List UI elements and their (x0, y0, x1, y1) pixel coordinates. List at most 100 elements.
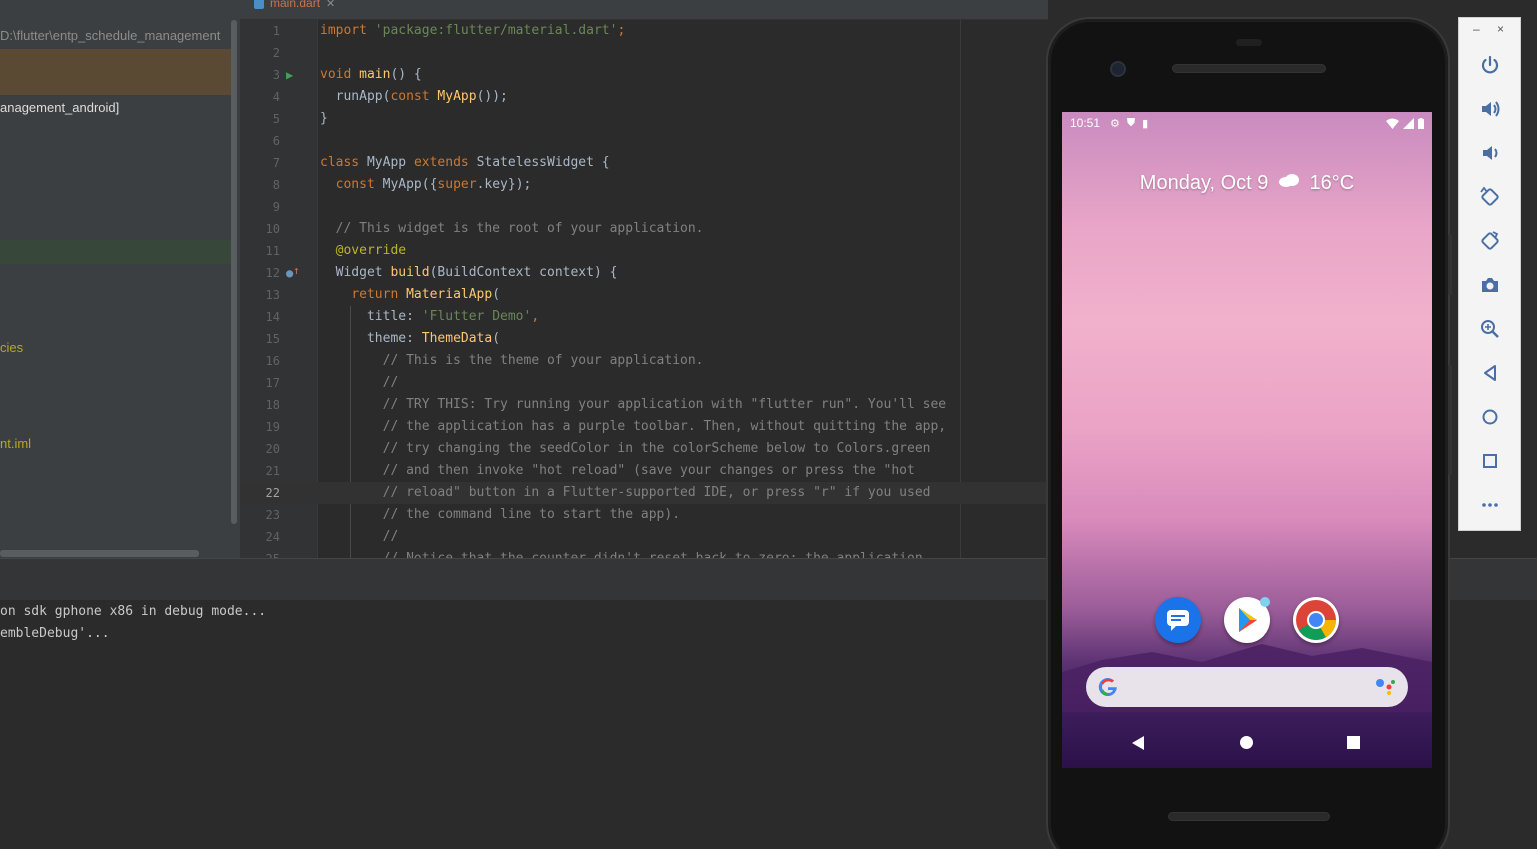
overview-button[interactable] (1475, 446, 1505, 476)
code-token: } (320, 111, 328, 126)
code-line[interactable]: 8 const MyApp({super.key}); (240, 174, 1048, 196)
emulator-screen[interactable]: 10:51 ⚙ ⛊ ▮ Monday, Oct 9 16°C (1062, 112, 1432, 768)
code-token: class (320, 155, 367, 170)
code-line[interactable]: 12 ● ↑ Widget build(BuildContext context) … (240, 262, 1048, 284)
home-button[interactable] (1475, 402, 1505, 432)
code-comment: // and then invoke "hot reload" (save yo… (320, 463, 915, 478)
code-line[interactable]: 4 runApp(const MyApp()); (240, 86, 1048, 108)
code-line[interactable]: 19 // the application has a purple toolb… (240, 416, 1048, 438)
line-number: 5 (272, 112, 280, 126)
file-tab-label: main.dart (270, 0, 321, 10)
code-token: ( (492, 287, 501, 302)
line-number: 22 (265, 486, 280, 500)
code-token: title (366, 309, 407, 324)
code-token: ThemeData (421, 331, 493, 346)
code-line[interactable]: 14 title: 'Flutter Demo', (240, 306, 1048, 328)
code-line[interactable]: 13 return MaterialApp( (240, 284, 1048, 306)
close-button[interactable]: × (1497, 22, 1504, 36)
project-root-path[interactable]: D:\flutter\entp_schedule_management (0, 25, 232, 47)
volume-down-button[interactable] (1475, 138, 1505, 168)
code-line[interactable]: 9 (240, 196, 1048, 218)
code-line[interactable]: 17 // (240, 372, 1048, 394)
google-search-bar[interactable] (1086, 667, 1408, 707)
google-assistant-icon[interactable] (1374, 677, 1396, 697)
nav-recents-button[interactable] (1347, 736, 1360, 749)
bottom-speaker (1168, 812, 1330, 821)
project-iml-file[interactable]: nt.iml (0, 433, 232, 455)
code-line[interactable]: 15 theme: ThemeData( (240, 328, 1048, 350)
messages-app-icon[interactable] (1155, 597, 1201, 643)
code-line[interactable]: 10 // This widget is the root of your ap… (240, 218, 1048, 240)
line-number: 10 (265, 222, 280, 236)
project-selected-row[interactable] (0, 49, 232, 95)
code-line[interactable]: 3 ▶ void main() { (240, 64, 1048, 86)
code-line[interactable]: 18 // TRY THIS: Try running your applica… (240, 394, 1048, 416)
code-line[interactable]: 7 class MyApp extends StatelessWidget { (240, 152, 1048, 174)
project-panel: D:\flutter\entp_schedule_management anag… (0, 0, 240, 558)
project-android-module[interactable]: anagement_android] (0, 97, 232, 119)
line-number: 21 (265, 464, 280, 478)
code-comment: // This is the theme of your application… (320, 353, 704, 368)
line-number: 1 (272, 24, 280, 38)
code-line[interactable]: 25 // Notice that the counter didn't res… (240, 548, 1048, 558)
code-token: MyApp (366, 155, 414, 170)
code-token: main (359, 67, 391, 82)
code-token: MaterialApp (406, 287, 493, 302)
zoom-button[interactable] (1475, 314, 1505, 344)
code-comment: // This widget is the root of your appli… (320, 221, 704, 236)
code-comment: // the application has a purple toolbar.… (320, 419, 947, 434)
code-line[interactable]: 20 // try changing the seedColor in the … (240, 438, 1048, 460)
code-line[interactable]: 16 // This is the theme of your applicat… (240, 350, 1048, 372)
project-horizontal-scrollbar[interactable] (0, 550, 199, 557)
code-line[interactable]: 23 // the command line to start the app)… (240, 504, 1048, 526)
overview-icon (1483, 454, 1497, 468)
phone-sensor (1236, 39, 1262, 46)
project-highlighted-row[interactable] (0, 240, 232, 264)
power-button[interactable] (1475, 50, 1505, 80)
code-token: ( (492, 331, 501, 346)
more-button[interactable] (1475, 490, 1505, 520)
code-token: import (320, 23, 375, 38)
back-button[interactable] (1475, 358, 1505, 388)
code-comment: // Notice that the counter didn't reset … (320, 548, 923, 558)
file-tab-main-dart[interactable]: main.dart ✕ (254, 0, 335, 12)
zoom-icon (1481, 320, 1499, 338)
phone-volume-side-button (1448, 365, 1452, 475)
line-number: 7 (272, 156, 280, 170)
volume-down-icon (1483, 146, 1498, 160)
play-store-app-icon[interactable] (1224, 597, 1270, 643)
front-camera (1110, 61, 1126, 77)
current-code-line[interactable]: 22 // reload" button in a Flutter-suppor… (240, 482, 1048, 504)
close-icon[interactable]: ✕ (326, 0, 335, 10)
line-number: 23 (265, 508, 280, 522)
volume-up-button[interactable] (1475, 94, 1505, 124)
code-line[interactable]: 21 // and then invoke "hot reload" (save… (240, 460, 1048, 482)
code-token: extends (413, 155, 477, 170)
at-a-glance-widget[interactable]: Monday, Oct 9 16°C (1062, 170, 1432, 195)
code-line[interactable]: 24 // (240, 526, 1048, 548)
code-line[interactable]: 6 (240, 130, 1048, 152)
chrome-app-icon[interactable] (1293, 597, 1339, 643)
camera-icon (1482, 278, 1498, 292)
line-number: 14 (265, 310, 280, 324)
project-vertical-scrollbar[interactable] (231, 20, 237, 524)
nav-back-button[interactable] (1132, 736, 1144, 750)
minimize-button[interactable]: – (1473, 22, 1480, 36)
code-line[interactable]: 1 import 'package:flutter/material.dart'; (240, 20, 1048, 42)
code-editor[interactable]: main.dart ✕ 1 import 'package:flutter/mat… (240, 0, 1048, 558)
screenshot-button[interactable] (1475, 270, 1505, 300)
code-comment: // the command line to start the app). (320, 507, 681, 522)
rotate-left-button[interactable] (1475, 182, 1505, 212)
code-token: , (531, 309, 540, 324)
project-dependencies-item[interactable]: cies (0, 337, 232, 359)
rotate-right-button[interactable] (1475, 226, 1505, 256)
line-number: 3 (272, 68, 280, 82)
nav-home-button[interactable] (1240, 736, 1253, 749)
code-line[interactable]: 11 @override (240, 240, 1048, 262)
code-line[interactable]: 5} (240, 108, 1048, 130)
code-line[interactable]: 2 (240, 42, 1048, 64)
code-token: MyApp (437, 89, 477, 104)
run-icon[interactable]: ▶ (286, 64, 293, 86)
shield-icon: ⛊ (1126, 116, 1136, 129)
code-token: 'package:flutter/material.dart' (374, 23, 618, 38)
